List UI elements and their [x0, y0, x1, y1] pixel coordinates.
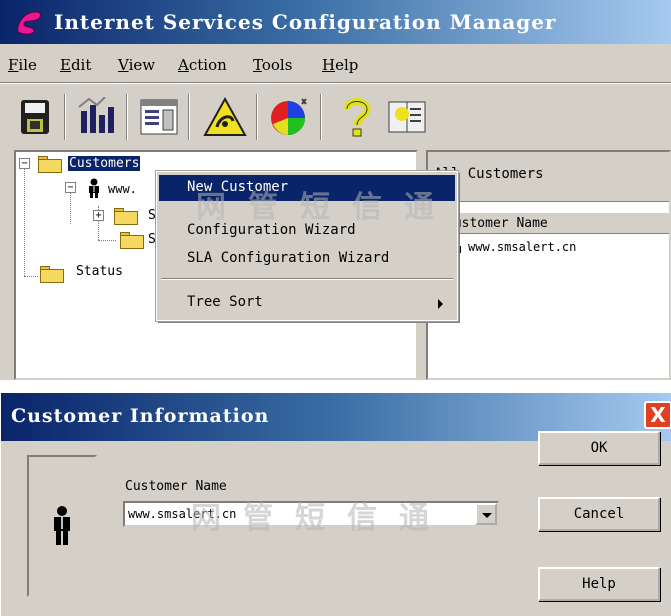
- menu-help[interactable]: Help: [322, 56, 358, 74]
- tree-node-customer[interactable]: www.: [108, 182, 137, 196]
- context-menu: New Customer Configuration Wizard SLA Co…: [155, 170, 459, 322]
- save-disk-icon[interactable]: [10, 92, 60, 142]
- folder-icon: [40, 266, 64, 283]
- ok-button[interactable]: OK: [538, 431, 660, 465]
- customer-name-label-text: Customer Name: [125, 479, 227, 494]
- menu-item-configuration-wizard[interactable]: Configuration Wizard: [159, 218, 455, 244]
- tree-node-child-1[interactable]: S: [148, 208, 156, 223]
- toolbar-separator: [188, 94, 190, 140]
- menu-tools-mnemonic: T: [253, 56, 262, 74]
- window-title: Internet Services Configuration Manager: [54, 10, 557, 34]
- menu-item-tree-sort-label: Tree Sort: [187, 294, 263, 310]
- column-header-customer-name[interactable]: Customer Name: [428, 212, 669, 234]
- tree-collapse-toggle[interactable]: −: [19, 158, 30, 169]
- menu-item-new-customer[interactable]: New Customer: [159, 175, 455, 201]
- menu-separator: [161, 278, 453, 280]
- tree-node-status[interactable]: Status: [76, 264, 123, 279]
- menu-file[interactable]: File: [8, 56, 37, 74]
- customer-name-label: Customer Name: [125, 479, 227, 494]
- tree-collapse-toggle[interactable]: −: [65, 182, 76, 193]
- customer-icon-panel: [27, 455, 97, 597]
- menu-tools-rest: ools: [261, 56, 293, 74]
- folder-icon: [120, 232, 144, 249]
- menu-action[interactable]: Action: [178, 56, 227, 74]
- tree-guide-line: [98, 240, 116, 241]
- alert-icon[interactable]: [200, 92, 250, 142]
- list-pane: All Customers Customer Name www.smsalert…: [426, 150, 671, 380]
- pane-header: All Customers: [428, 152, 669, 202]
- toolbar-separator: [64, 94, 66, 140]
- menu-help-rest: elp: [335, 56, 359, 74]
- chart-icon[interactable]: [72, 92, 122, 142]
- toolbar-separator: [126, 94, 128, 140]
- tree-node-customers[interactable]: Customers: [66, 155, 142, 172]
- menu-view-mnemonic: V: [118, 56, 129, 74]
- dialog-title: Customer Information: [11, 405, 270, 427]
- main-window: Internet Services Configuration Manager …: [0, 0, 671, 380]
- tree-expand-toggle[interactable]: +: [93, 210, 104, 221]
- menu-edit-rest: dit: [70, 56, 92, 74]
- toolbar-separator: [256, 94, 258, 140]
- person-icon: [89, 178, 99, 198]
- cancel-button[interactable]: Cancel: [538, 497, 660, 531]
- tree-guide-line: [24, 168, 25, 276]
- person-icon: [54, 506, 70, 545]
- menu-view-rest: iew: [128, 56, 156, 74]
- menu-view[interactable]: View: [118, 56, 155, 74]
- title-bar[interactable]: Internet Services Configuration Manager: [0, 0, 671, 44]
- app-logo-icon: [17, 11, 41, 35]
- spacer: [0, 380, 671, 392]
- help-button[interactable]: Help: [538, 567, 660, 601]
- book-icon[interactable]: [382, 92, 432, 142]
- tree-guide-line: [24, 276, 38, 277]
- menu-item-tree-sort[interactable]: Tree Sort: [159, 290, 455, 316]
- menu-action-rest: ction: [188, 56, 227, 74]
- help-question-icon[interactable]: [332, 92, 382, 142]
- menu-action-mnemonic: A: [178, 56, 189, 74]
- close-button[interactable]: X: [644, 401, 671, 429]
- menu-edit[interactable]: Edit: [60, 56, 91, 74]
- list-item-customer[interactable]: www.smsalert.cn: [468, 240, 576, 254]
- folder-open-icon: [38, 156, 62, 173]
- toolbar-separator: [320, 94, 322, 140]
- menu-item-sla-configuration-wizard[interactable]: SLA Configuration Wizard: [159, 246, 455, 272]
- menu-tools[interactable]: Tools: [253, 56, 292, 74]
- tree-node-child-2[interactable]: S: [148, 232, 156, 247]
- menu-help-mnemonic: H: [322, 56, 336, 74]
- dropdown-arrow-icon[interactable]: [475, 503, 497, 525]
- menu-edit-mnemonic: E: [60, 56, 71, 74]
- customer-name-value[interactable]: www.smsalert.cn: [128, 507, 236, 521]
- console-icon[interactable]: [134, 92, 184, 142]
- pie-chart-icon[interactable]: [264, 92, 314, 142]
- submenu-arrow-icon: [438, 299, 443, 309]
- column-header-label: Customer Name: [446, 216, 548, 231]
- folder-icon: [114, 208, 138, 225]
- menu-file-mnemonic: F: [8, 56, 19, 74]
- menu-file-rest: ile: [18, 56, 37, 74]
- customer-name-combobox[interactable]: www.smsalert.cn: [123, 501, 499, 527]
- customer-information-dialog: Customer Information X Customer Name www…: [0, 392, 671, 616]
- menu-bar: File Edit View Action Tools Help: [0, 44, 671, 82]
